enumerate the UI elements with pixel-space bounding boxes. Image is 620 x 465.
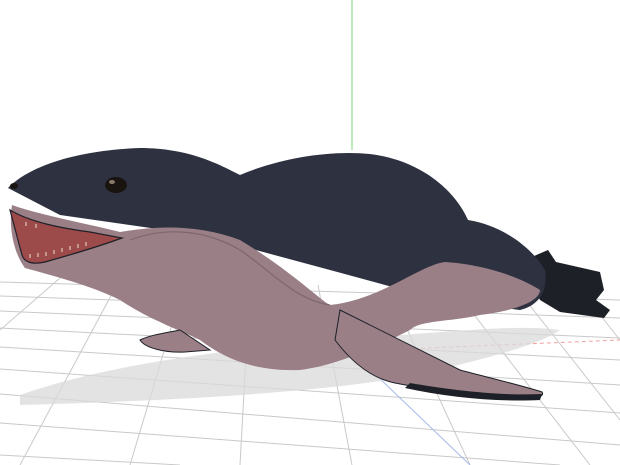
leopard-seal-model[interactable] <box>8 148 610 401</box>
3d-viewport[interactable] <box>0 0 620 465</box>
scene-canvas[interactable] <box>0 0 620 465</box>
eye-highlight <box>109 180 115 184</box>
nostril <box>10 183 18 189</box>
eye <box>105 177 127 193</box>
